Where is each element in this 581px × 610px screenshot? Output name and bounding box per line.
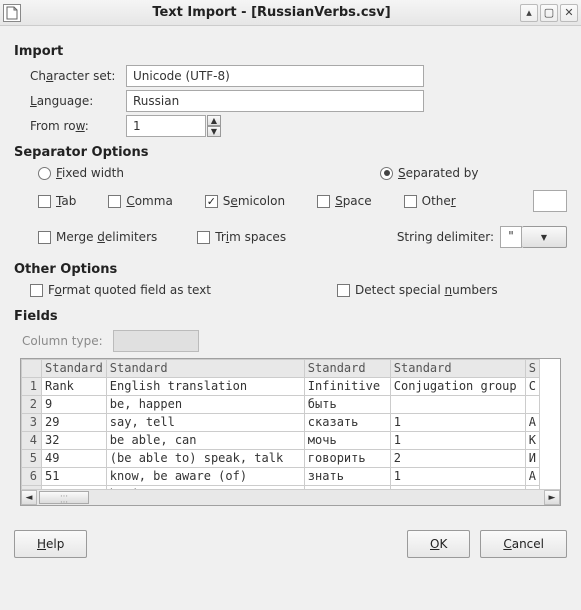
column-type-label: Column type: (22, 334, 103, 348)
scroll-right-button[interactable]: ► (544, 490, 560, 505)
help-button[interactable]: Help (14, 530, 87, 558)
space-checkbox[interactable]: Space (317, 194, 372, 208)
window-rollup-button[interactable]: ▴ (520, 4, 538, 22)
cancel-button[interactable]: Cancel (480, 530, 567, 558)
format-quoted-checkbox[interactable]: Format quoted field as text (30, 283, 211, 297)
horizontal-scrollbar[interactable]: ◄ ► (21, 489, 560, 505)
charset-label: Character set: (14, 69, 126, 83)
fields-heading: Fields (14, 309, 567, 324)
window-close-button[interactable]: ✕ (560, 4, 578, 22)
separated-by-radio[interactable]: Separated by (380, 166, 479, 180)
title-bar: Text Import - [RussianVerbs.csv] ▴ ▢ ✕ (0, 0, 581, 26)
from-row-down-button[interactable]: ▼ (207, 126, 221, 137)
comma-checkbox[interactable]: Comma (108, 194, 172, 208)
ok-button[interactable]: OK (407, 530, 470, 558)
language-select[interactable]: Russian (126, 90, 424, 112)
fixed-width-radio[interactable]: Fixed width (38, 166, 124, 180)
import-heading: Import (14, 44, 567, 59)
other-separator-input[interactable] (533, 190, 567, 212)
fields-preview[interactable]: Standard Standard Standard Standard S 1R… (20, 358, 561, 506)
semicolon-checkbox[interactable]: Semicolon (205, 194, 285, 208)
from-row-input[interactable]: 1 (126, 115, 206, 137)
table-row[interactable]: 432be able, canмочь1К (22, 432, 540, 450)
tab-checkbox[interactable]: Tab (38, 194, 76, 208)
column-type-select[interactable] (113, 330, 199, 352)
chevron-down-icon[interactable]: ▼ (522, 226, 567, 248)
string-delimiter-select[interactable]: " ▼ (500, 226, 567, 248)
from-row-label: From row: (14, 119, 126, 133)
separator-options-heading: Separator Options (14, 145, 567, 160)
merge-delimiters-checkbox[interactable]: Merge delimiters (38, 230, 157, 244)
table-row[interactable]: 29be, happenбыть (22, 396, 540, 414)
string-delimiter-label: String delimiter: (397, 230, 494, 244)
detect-special-numbers-checkbox[interactable]: Detect special numbers (337, 283, 498, 297)
table-row[interactable]: 1RankEnglish translationInfinitiveConjug… (22, 378, 540, 396)
table-row[interactable]: 651know, be aware (of)знать1А (22, 468, 540, 486)
scrollbar-thumb[interactable] (39, 491, 89, 504)
window-maximize-button[interactable]: ▢ (540, 4, 558, 22)
app-icon (3, 4, 21, 22)
trim-spaces-checkbox[interactable]: Trim spaces (197, 230, 286, 244)
window-title: Text Import - [RussianVerbs.csv] (25, 5, 518, 20)
other-checkbox[interactable]: Other (404, 194, 456, 208)
preview-header-row[interactable]: Standard Standard Standard Standard S (22, 360, 540, 378)
other-options-heading: Other Options (14, 262, 567, 277)
charset-select[interactable]: Unicode (UTF-8) (126, 65, 424, 87)
table-row[interactable]: 329say, tellсказать1А (22, 414, 540, 432)
scroll-left-button[interactable]: ◄ (21, 490, 37, 505)
from-row-up-button[interactable]: ▲ (207, 115, 221, 126)
language-label: Language: (14, 94, 126, 108)
table-row[interactable]: 549(be able to) speak, talkговорить2И (22, 450, 540, 468)
